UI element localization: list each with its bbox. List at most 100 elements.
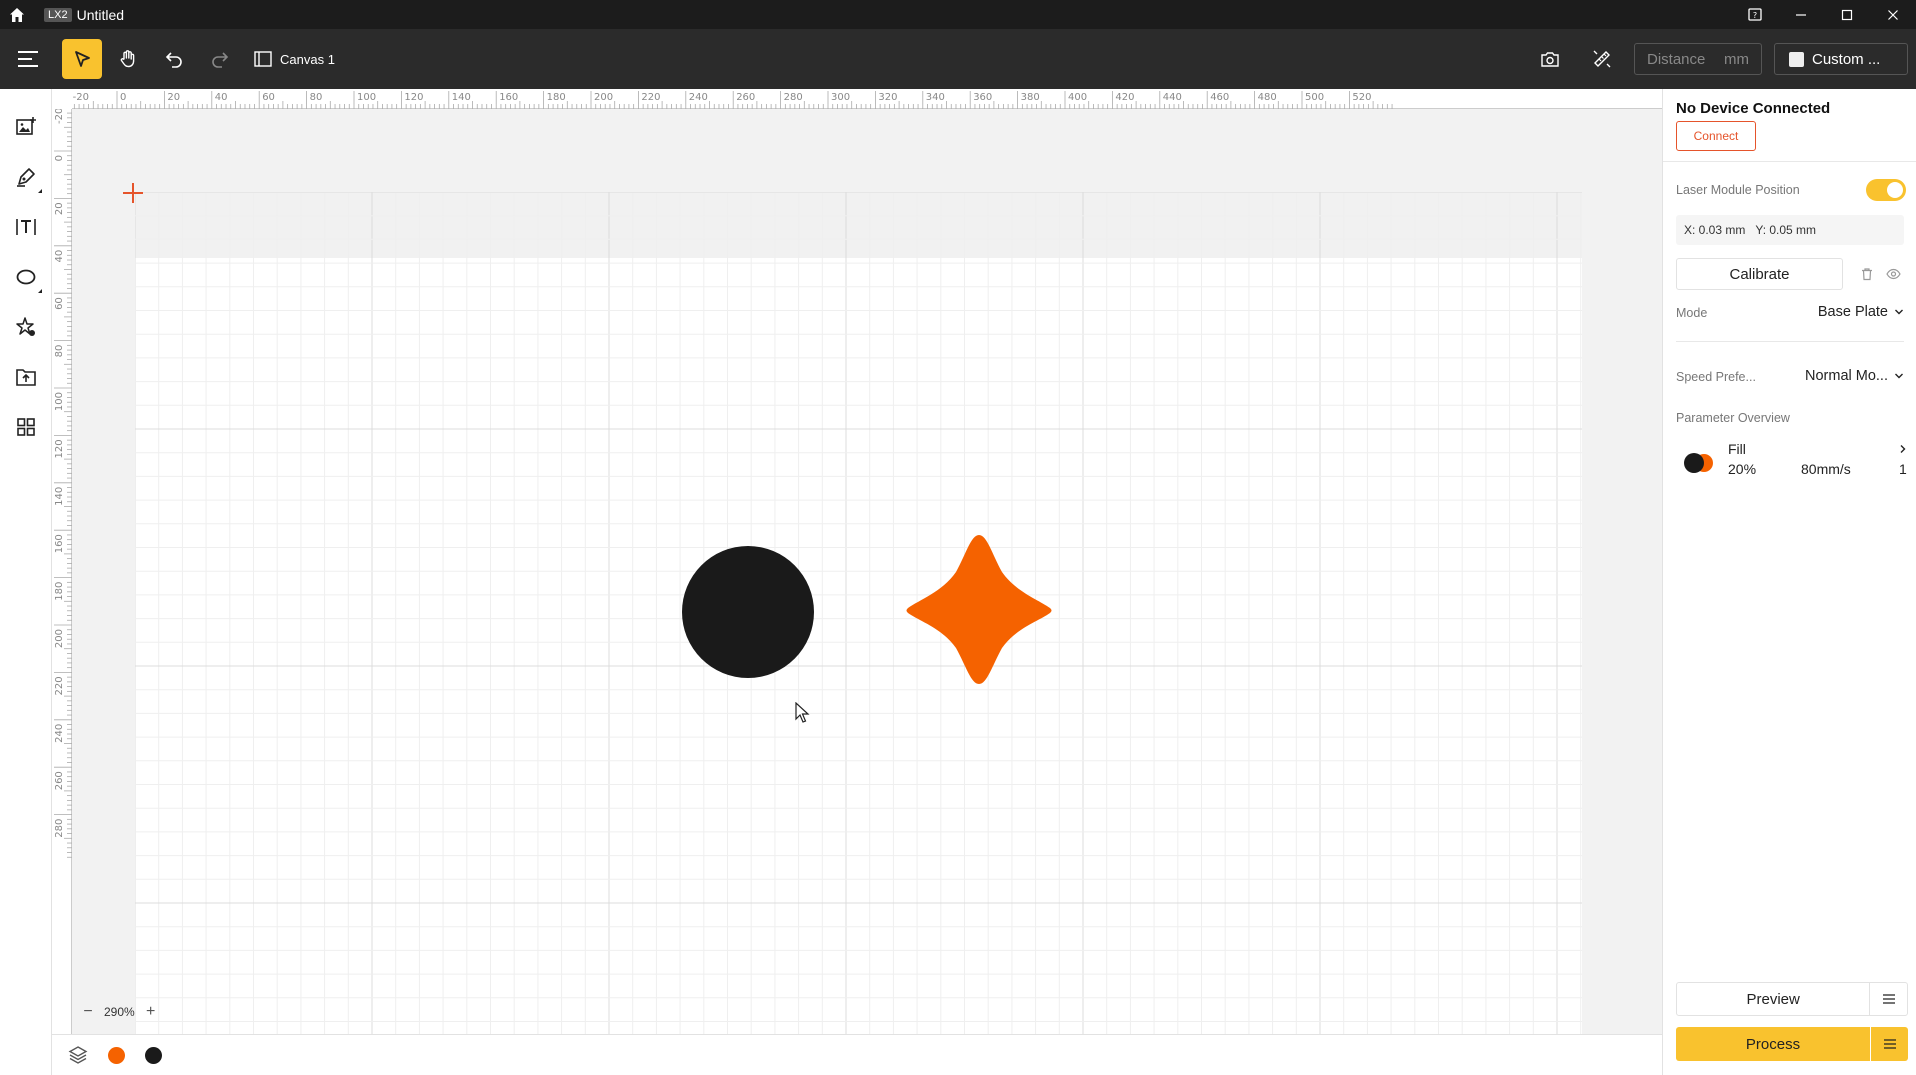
- select-tool-button[interactable]: [62, 39, 102, 79]
- canvas-selector[interactable]: Canvas 1: [254, 51, 335, 67]
- layer-color-black[interactable]: [145, 1046, 162, 1064]
- canvas-circle-shape[interactable]: [682, 546, 814, 678]
- camera-icon: [1541, 52, 1559, 67]
- window-controls: ?: [1732, 0, 1916, 29]
- material-selector-button[interactable]: Custom ...: [1774, 43, 1908, 75]
- trash-icon: [1862, 268, 1872, 281]
- coord-x: X: 0.03 mm: [1684, 223, 1746, 237]
- layers-icon[interactable]: [68, 1045, 88, 1065]
- layer-color-orange[interactable]: [108, 1046, 125, 1064]
- add-image-icon: [15, 117, 36, 135]
- calibrate-button[interactable]: Calibrate: [1676, 258, 1843, 290]
- ruler-tick-label: 200: [594, 92, 613, 103]
- add-image-button[interactable]: [8, 109, 44, 145]
- connect-button[interactable]: Connect: [1676, 121, 1756, 151]
- parameter-passes: 1: [1899, 461, 1907, 477]
- camera-button[interactable]: [1530, 39, 1570, 79]
- close-button[interactable]: [1870, 0, 1916, 29]
- speed-preference-dropdown[interactable]: Normal Mo...: [1805, 368, 1904, 384]
- maximize-button[interactable]: [1824, 0, 1870, 29]
- ruler-tick-label: 160: [499, 92, 518, 103]
- maximize-icon: [1841, 9, 1853, 20]
- ruler-tick-label: -20: [54, 109, 65, 124]
- ruler-tick-label: 280: [784, 92, 803, 103]
- chevron-down-icon: [1895, 309, 1903, 315]
- parameter-power: 20%: [1728, 461, 1757, 477]
- laser-position-toggle[interactable]: [1866, 179, 1906, 201]
- ruler-tick-label: 400: [1068, 92, 1087, 103]
- import-file-button[interactable]: [8, 359, 44, 395]
- preview-button[interactable]: Preview: [1676, 982, 1908, 1016]
- preview-menu-button[interactable]: [1869, 983, 1907, 1015]
- zoom-in-button[interactable]: +: [143, 1003, 159, 1020]
- parameter-row[interactable]: Fill 20% 80mm/s 1: [1676, 437, 1908, 487]
- canvas-star-shape[interactable]: [904, 532, 1054, 687]
- submenu-indicator-icon: [37, 189, 42, 193]
- horizontal-ruler[interactable]: -20 0 20 40 60 80 100 120 140 160 180 200 220 240 260 2…: [72, 89, 1662, 109]
- redo-button[interactable]: [200, 39, 240, 79]
- zoom-level: 290%: [104, 1005, 135, 1019]
- vertical-ruler[interactable]: -20 0 20 40 60 80 100 120 140 160 180 200 220 240 260 2…: [52, 109, 72, 1034]
- pen-tool-button[interactable]: [8, 159, 44, 195]
- preview-label: Preview: [1746, 990, 1800, 1008]
- mode-value: Base Plate: [1817, 304, 1888, 320]
- ruler-tick-label: 460: [1210, 92, 1229, 103]
- element-library-button[interactable]: [8, 309, 44, 345]
- undo-button[interactable]: [154, 39, 194, 79]
- sparkle-shapes-icon: [15, 317, 35, 336]
- process-button[interactable]: Process: [1676, 1027, 1908, 1061]
- folder-upload-icon: [15, 369, 36, 386]
- divider: [1676, 341, 1904, 342]
- visibility-button[interactable]: [1885, 266, 1901, 282]
- ruler-tick-label: 520: [1352, 92, 1371, 103]
- shape-tool-button[interactable]: [8, 259, 44, 295]
- text-tool-button[interactable]: [8, 209, 44, 245]
- ruler-tick-label: 140: [54, 487, 65, 506]
- speed-preference-value: Normal Mo...: [1805, 368, 1888, 384]
- apps-button[interactable]: [8, 409, 44, 445]
- material-swatch-icon: [1789, 51, 1804, 67]
- canvas-grid: [135, 192, 1582, 1034]
- vertical-ruler-marks: -20 0 20 40 60 80 100 120 140 160 180 200 220 240 260 2…: [54, 109, 72, 858]
- measure-button[interactable]: [1582, 39, 1622, 79]
- help-button[interactable]: ?: [1732, 0, 1778, 29]
- document-title: Untitled: [76, 6, 125, 23]
- hand-icon: [120, 50, 135, 68]
- ruler-tick-label: 220: [641, 92, 660, 103]
- minimize-icon: [1796, 13, 1806, 16]
- svg-text:?: ?: [1753, 11, 1757, 20]
- mode-dropdown[interactable]: Base Plate: [1818, 304, 1904, 320]
- home-button[interactable]: [0, 0, 34, 29]
- zoom-out-button[interactable]: −: [80, 1003, 96, 1020]
- ruler-tick-label: 60: [262, 92, 275, 103]
- divider: [1663, 161, 1916, 162]
- laser-position-label: Laser Module Position: [1676, 183, 1800, 197]
- work-area[interactable]: [135, 192, 1582, 1034]
- ruler-tick-label: 260: [54, 771, 65, 790]
- text-icon: [15, 219, 36, 235]
- material-label: Custom ...: [1812, 50, 1881, 68]
- process-menu-button[interactable]: [1870, 1027, 1908, 1061]
- ruler-tick-label: 100: [54, 392, 65, 411]
- pan-tool-button[interactable]: [108, 39, 148, 79]
- distance-unit: mm: [1724, 50, 1749, 68]
- app-badge: LX2: [44, 7, 72, 22]
- ruler-corner: [52, 89, 72, 109]
- menu-button[interactable]: [8, 39, 48, 79]
- pen-nib-icon: [16, 168, 35, 187]
- ruler-tick-label: 360: [973, 92, 992, 103]
- main-toolbar: Canvas 1 Distance mm Custom ...: [0, 29, 1916, 89]
- home-icon: [10, 7, 24, 22]
- minimize-button[interactable]: [1778, 0, 1824, 29]
- ruler-tick-label: 260: [736, 92, 755, 103]
- ruler-tick-label: 160: [54, 534, 65, 553]
- cursor-arrow-icon: [75, 51, 90, 67]
- menu-lines-icon: [1882, 994, 1895, 1004]
- ruler-tick-label: 40: [215, 92, 228, 103]
- delete-button[interactable]: [1859, 266, 1875, 282]
- design-canvas[interactable]: [72, 109, 1662, 1034]
- hamburger-menu-icon: [18, 51, 38, 67]
- ruler-tick-label: 480: [1258, 92, 1277, 103]
- speed-preference-label: Speed Prefe...: [1676, 370, 1756, 384]
- distance-input[interactable]: Distance mm: [1634, 43, 1762, 75]
